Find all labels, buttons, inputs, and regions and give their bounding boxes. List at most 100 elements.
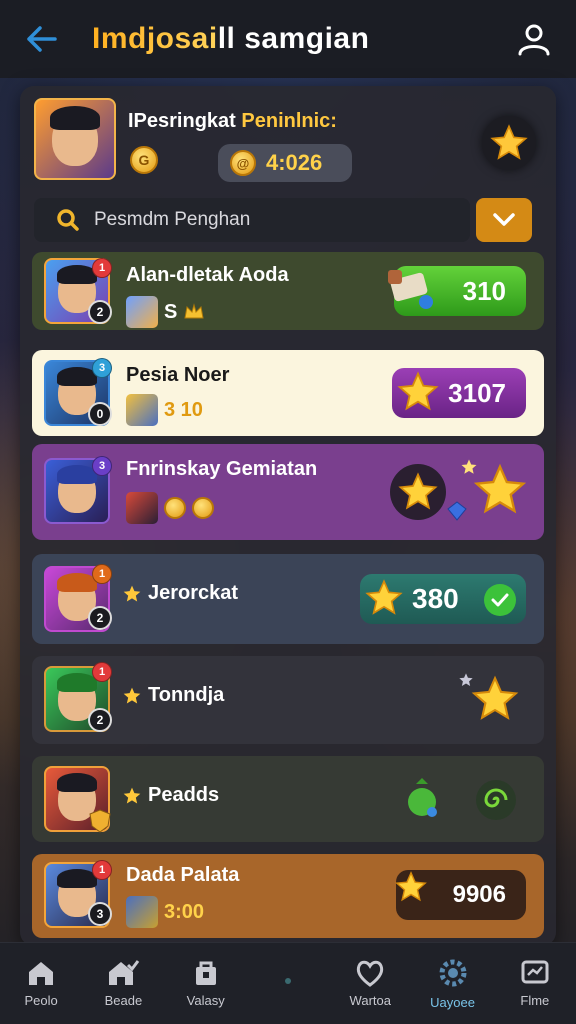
nav-item-chart[interactable]: Flme (494, 959, 576, 1008)
title-part-1: IPesringkat (128, 110, 242, 132)
stars-icon (365, 579, 403, 615)
rank-badge: 1 (92, 662, 112, 682)
star-icon (398, 472, 438, 510)
star-badge[interactable] (482, 116, 536, 170)
level-badge: 2 (88, 708, 112, 732)
app-title: Imdjosaill samgian (92, 22, 370, 55)
back-button[interactable] (22, 19, 62, 59)
chart-icon (521, 960, 549, 984)
nav-label: Flme (520, 993, 550, 1008)
check-icon (484, 584, 516, 616)
star-icon (123, 787, 141, 804)
rank-badge: 1 (92, 258, 112, 278)
chevron-down-icon (493, 213, 515, 226)
coin-icon: G (130, 146, 158, 174)
row-name: Pesia Noer (126, 364, 230, 386)
rank-badge: 3 (92, 358, 112, 378)
nav-item-heart[interactable]: Wartoa (329, 959, 411, 1008)
level-badge: 2 (88, 606, 112, 630)
star-icon (123, 585, 141, 602)
filter-dropdown-button[interactable] (476, 198, 532, 242)
coin-icon (192, 497, 214, 519)
potion-icon (408, 778, 437, 817)
coin-icon: @ (230, 150, 256, 176)
treasure-icon (388, 270, 433, 309)
nav-item-settings[interactable]: Uayoee (412, 957, 494, 1010)
bottom-nav: Peolo Beade Valasy Wartoa Uayoee Flme (0, 942, 576, 1024)
leaderboard-panel: IPesringkat Peninlnic: G @ 4:026 Pesmdm … (20, 86, 556, 946)
dot-icon (284, 977, 291, 984)
rank-badge: 1 (92, 860, 112, 880)
rank-badge: 3 (92, 456, 112, 476)
row-sub-text: 3 10 (164, 398, 203, 421)
nav-label: Valasy (186, 993, 225, 1008)
coin-icon (164, 497, 186, 519)
home-icon (29, 962, 54, 985)
filter-search-bar[interactable]: Pesmdm Penghan (34, 198, 470, 242)
score-pill: @ 4:026 (218, 144, 352, 182)
row-name: Fnrinskay Gemiatan (126, 458, 318, 480)
star-icon (490, 124, 528, 160)
leaderboard-row[interactable]: Peadds (32, 756, 544, 842)
gem-icon (447, 501, 467, 521)
mini-avatar (126, 492, 158, 524)
row-sub: 3:00 (126, 896, 204, 928)
nav-item-center[interactable] (247, 976, 329, 992)
rank-badge: 1 (92, 564, 112, 584)
row-value: 3107 (448, 377, 506, 408)
shield-icon (89, 809, 111, 833)
nav-item-home[interactable]: Peolo (0, 959, 82, 1008)
row-sub-text: S (164, 300, 178, 323)
row-value: 310 (462, 275, 506, 306)
star-badge (390, 464, 446, 520)
row-value: 380 (412, 583, 459, 614)
home-check-icon (109, 960, 140, 985)
gear-icon (439, 959, 467, 987)
row-name: Dada Palata (126, 864, 240, 886)
score-value: 4:026 (266, 150, 323, 175)
user-icon (518, 24, 550, 56)
nav-label: Peolo (24, 993, 58, 1008)
leaderboard-row[interactable]: 1 2 Jerorckat 380 (32, 554, 544, 644)
row-sub (126, 492, 214, 524)
nav-label: Beade (104, 993, 143, 1008)
player-avatar[interactable] (34, 98, 116, 180)
heart-icon (357, 960, 384, 987)
top-bar: Imdjosaill samgian (0, 0, 576, 78)
leaderboard-row[interactable]: 1 2 Tonndja (32, 656, 544, 744)
leaderboard-row[interactable]: 1 3 Dada Palata 3:00 9906 (32, 854, 544, 938)
row-sub-text: 3:00 (164, 900, 205, 923)
leaderboard-row[interactable]: 3 Fnrinskay Gemiatan (32, 444, 544, 540)
row-sub: S (126, 296, 205, 328)
nav-item-bag[interactable]: Valasy (165, 959, 247, 1008)
title-part-2: Peninlnic: (241, 110, 337, 132)
nav-label: Wartoa (349, 993, 391, 1008)
search-icon (57, 209, 79, 231)
swirl-icon (476, 780, 516, 820)
star-icon (397, 371, 439, 411)
row-value: 9906 (452, 881, 506, 908)
row-name: Tonndja (148, 684, 225, 706)
leaderboard-title: IPesringkat Peninlnic: (128, 110, 337, 133)
mini-avatar (126, 896, 158, 928)
level-badge: 2 (88, 300, 112, 324)
leaderboard-row-highlighted[interactable]: 3 0 Pesia Noer 3 10 3107 (32, 350, 544, 436)
row-name: Alan-dletak Aoda (126, 264, 289, 286)
row-sub: 3 10 (126, 394, 203, 426)
leaderboard-row[interactable]: 1 2 Alan-dletak Aoda S 310 (32, 252, 544, 330)
level-badge: 3 (88, 902, 112, 926)
star-icon (395, 871, 427, 902)
filter-label: Pesmdm Penghan (94, 209, 251, 230)
star-icon (471, 675, 519, 720)
row-name: Peadds (148, 784, 220, 806)
leaderboard-header: IPesringkat Peninlnic: G @ 4:026 (32, 96, 544, 186)
mini-avatar (126, 394, 158, 426)
mini-avatar (126, 296, 158, 328)
arrow-left-icon (27, 26, 57, 52)
crown-icon (184, 303, 204, 319)
star-icon (473, 463, 527, 514)
profile-button[interactable] (514, 19, 554, 59)
nav-item-home-check[interactable]: Beade (82, 959, 164, 1008)
bag-icon (195, 961, 216, 985)
level-badge: 0 (88, 402, 112, 426)
